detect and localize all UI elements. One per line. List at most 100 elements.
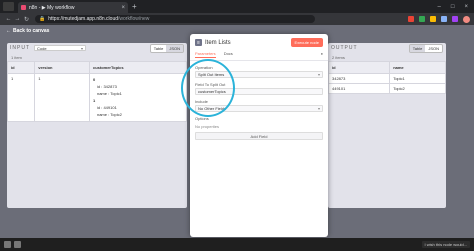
output-json-view-button[interactable]: JSON xyxy=(425,44,442,52)
nested-value: 342873 xyxy=(103,84,117,89)
taskbar: I wish this node would... xyxy=(0,238,474,251)
table-cell: Topic1 xyxy=(389,73,446,84)
input-table-view-button[interactable]: Table xyxy=(150,44,167,52)
chevron-down-icon: ▾ xyxy=(317,106,320,111)
table-cell: 1 xyxy=(34,73,90,122)
input-node-select-value: Code xyxy=(37,45,47,51)
taskbar-left xyxy=(4,241,21,248)
column-header: customerTopics xyxy=(88,61,188,74)
arrow-left-icon: ← xyxy=(6,28,11,34)
tab-close-icon[interactable]: × xyxy=(121,5,125,11)
app-icon[interactable] xyxy=(4,241,11,248)
column-header: name xyxy=(389,61,446,74)
column-header: version xyxy=(34,61,90,74)
nested-index: 1 xyxy=(92,98,96,103)
table-header-row: id name xyxy=(327,61,446,74)
nested-field: id : 449101 xyxy=(96,105,117,110)
table-cell: Topic2 xyxy=(389,83,446,94)
tab-parameters[interactable]: Parameters xyxy=(195,51,216,58)
table-row: 449101 Topic2 xyxy=(327,83,446,94)
node-title[interactable]: Item Lists xyxy=(205,40,231,46)
output-view-toggle: Table JSON xyxy=(408,43,443,53)
nested-value: Topic1 xyxy=(110,91,122,96)
input-label: INPUT xyxy=(10,45,30,51)
nested-key: name xyxy=(96,91,107,96)
list-icon: ≡ xyxy=(195,39,202,46)
output-items-count: 2 items xyxy=(332,55,345,60)
table-row: 342873 Topic1 xyxy=(327,73,446,84)
n8n-favicon-icon xyxy=(21,5,26,10)
input-table: id version customerTopics 1 1 0 id : 342… xyxy=(6,61,188,122)
nested-value: 449101 xyxy=(103,105,117,110)
extension-icon[interactable] xyxy=(430,16,436,22)
new-tab-button[interactable]: + xyxy=(132,2,137,11)
table-header-row: id version customerTopics xyxy=(6,61,188,74)
column-header: id xyxy=(327,61,391,74)
table-cell: 342873 xyxy=(327,73,391,84)
input-items-count: 1 item xyxy=(11,55,22,60)
column-header: id xyxy=(6,61,36,74)
output-table-view-button[interactable]: Table xyxy=(409,44,426,52)
nested-field: id : 342873 xyxy=(96,84,117,89)
address-bar: ← → ↻ 🔒 https://mutedjam.app.n8n.cloud/w… xyxy=(0,13,474,25)
output-panel-header: OUTPUT Table JSON xyxy=(328,43,446,53)
input-panel: INPUT Code ▾ Table JSON 1 item id versio… xyxy=(6,43,188,208)
maximize-button[interactable]: □ xyxy=(451,4,455,10)
tab-title: n8n - ▶ My workflow xyxy=(29,4,75,11)
output-table: id name 342873 Topic1 449101 Topic2 xyxy=(327,61,446,94)
window-menu-icon[interactable] xyxy=(3,2,14,11)
chevron-down-icon: ▾ xyxy=(80,45,83,51)
extension-icon[interactable] xyxy=(419,16,425,22)
input-node-select[interactable]: Code ▾ xyxy=(34,45,86,51)
back-to-canvas-link[interactable]: ← Back to canvas xyxy=(6,28,49,34)
back-label: Back to canvas xyxy=(13,28,50,34)
extension-icon[interactable] xyxy=(441,16,447,22)
close-window-button[interactable]: × xyxy=(464,4,468,10)
input-view-toggle: Table JSON xyxy=(149,43,184,53)
reload-icon[interactable]: ↻ xyxy=(22,16,31,23)
nested-key: id xyxy=(96,84,101,89)
table-cell: 1 xyxy=(6,73,36,122)
nested-index: 0 xyxy=(92,77,96,82)
help-icon[interactable]: ● xyxy=(321,51,323,58)
modal-header: ≡ Item Lists Execute node xyxy=(190,34,328,49)
lock-icon: 🔒 xyxy=(39,16,46,22)
nested-key: id xyxy=(96,105,101,110)
add-field-button[interactable]: Add Field xyxy=(195,132,323,140)
minimize-button[interactable]: – xyxy=(438,4,441,10)
table-cell-nested: 0 id : 342873 name : Topic1 1 id : 44910… xyxy=(88,73,188,122)
input-panel-header: INPUT Code ▾ Table JSON xyxy=(7,43,187,53)
taskbar-right: I wish this node would... xyxy=(421,241,470,248)
table-row: 1 1 0 id : 342873 name : Topic1 1 id : 4… xyxy=(6,73,188,122)
forward-icon[interactable]: → xyxy=(13,16,22,22)
url-path: /workflow/new xyxy=(118,16,150,22)
add-field-label: Add Field xyxy=(250,133,268,139)
output-panel: OUTPUT Table JSON 2 items id name 342873… xyxy=(327,43,446,208)
notification-text[interactable]: I wish this node would... xyxy=(421,241,470,248)
nested-field: name : Topic2 xyxy=(96,112,122,117)
output-label: OUTPUT xyxy=(331,45,358,51)
tab-docs[interactable]: Docs xyxy=(224,51,233,58)
extension-icon[interactable] xyxy=(408,16,414,22)
nested-value: Topic2 xyxy=(110,112,122,117)
profile-avatar[interactable] xyxy=(463,15,470,23)
app-icon[interactable] xyxy=(14,241,21,248)
highlight-circle-annotation xyxy=(181,59,235,117)
input-json-view-button[interactable]: JSON xyxy=(166,44,183,52)
browser-tab-strip: n8n - ▶ My workflow × + – □ × xyxy=(0,0,474,13)
nested-field: name : Topic1 xyxy=(96,91,122,96)
extension-icon[interactable] xyxy=(452,16,458,22)
chevron-down-icon: ▾ xyxy=(317,72,320,77)
url-input[interactable]: 🔒 https://mutedjam.app.n8n.cloud/workflo… xyxy=(35,15,315,23)
no-properties-text: No properties xyxy=(195,124,220,129)
back-icon[interactable]: ← xyxy=(4,16,13,22)
nested-key: name xyxy=(96,112,107,117)
execute-node-button[interactable]: Execute node xyxy=(290,38,323,47)
browser-tab[interactable]: n8n - ▶ My workflow × xyxy=(18,2,128,13)
url-host: https://mutedjam.app.n8n.cloud xyxy=(48,16,118,22)
window-controls: – □ × xyxy=(438,4,474,10)
nested-topics: 0 id : 342873 name : Topic1 1 id : 44910… xyxy=(93,76,183,118)
extension-icons xyxy=(408,15,470,23)
options-label: Options xyxy=(195,116,209,121)
table-cell: 449101 xyxy=(327,83,391,94)
